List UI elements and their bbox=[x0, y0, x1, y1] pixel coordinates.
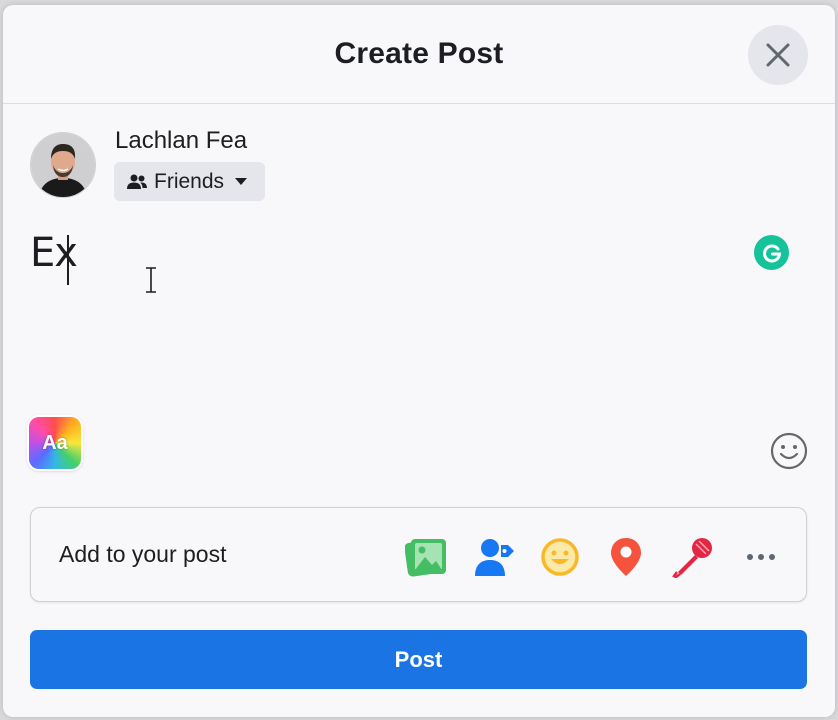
location-pin-icon bbox=[611, 538, 641, 576]
audience-label: Friends bbox=[154, 169, 225, 193]
background-picker-button[interactable]: Aa bbox=[29, 417, 81, 469]
text-caret bbox=[67, 235, 69, 285]
user-name[interactable]: Lachlan Fea bbox=[115, 127, 247, 155]
audience-selector[interactable]: Friends bbox=[114, 162, 265, 201]
post-text-input[interactable]: Ex bbox=[30, 230, 78, 276]
feeling-activity-button[interactable] bbox=[538, 535, 582, 579]
more-options-button[interactable] bbox=[739, 535, 783, 579]
more-icon bbox=[747, 554, 775, 560]
photo-icon bbox=[405, 539, 446, 577]
post-button[interactable]: Post bbox=[30, 630, 807, 689]
close-button[interactable] bbox=[748, 25, 808, 85]
check-in-button[interactable] bbox=[604, 535, 648, 579]
add-to-post-box: Add to your post bbox=[30, 507, 807, 602]
tag-people-button[interactable] bbox=[472, 535, 516, 579]
add-to-post-label: Add to your post bbox=[59, 541, 227, 567]
dialog-title: Create Post bbox=[334, 37, 504, 70]
smiley-icon[interactable] bbox=[770, 432, 808, 470]
ibeam-cursor-icon bbox=[146, 267, 156, 293]
create-post-dialog: Create Post Lachlan Fea Friends Ex Aa Ad… bbox=[3, 5, 835, 717]
grammarly-button[interactable] bbox=[754, 235, 789, 270]
photo-video-button[interactable] bbox=[404, 535, 448, 579]
caret-down-icon bbox=[235, 178, 248, 185]
feeling-icon bbox=[541, 538, 579, 576]
live-video-button[interactable] bbox=[671, 535, 715, 579]
background-picker-label: Aa bbox=[42, 431, 68, 454]
avatar[interactable] bbox=[30, 132, 96, 198]
user-avatar bbox=[31, 133, 95, 197]
dialog-header: Create Post bbox=[3, 5, 835, 104]
close-icon bbox=[766, 43, 790, 67]
tag-people-icon bbox=[475, 539, 514, 576]
microphone-icon bbox=[672, 538, 712, 578]
grammarly-icon bbox=[762, 244, 781, 263]
post-button-label: Post bbox=[394, 646, 443, 672]
friends-icon bbox=[127, 174, 147, 189]
